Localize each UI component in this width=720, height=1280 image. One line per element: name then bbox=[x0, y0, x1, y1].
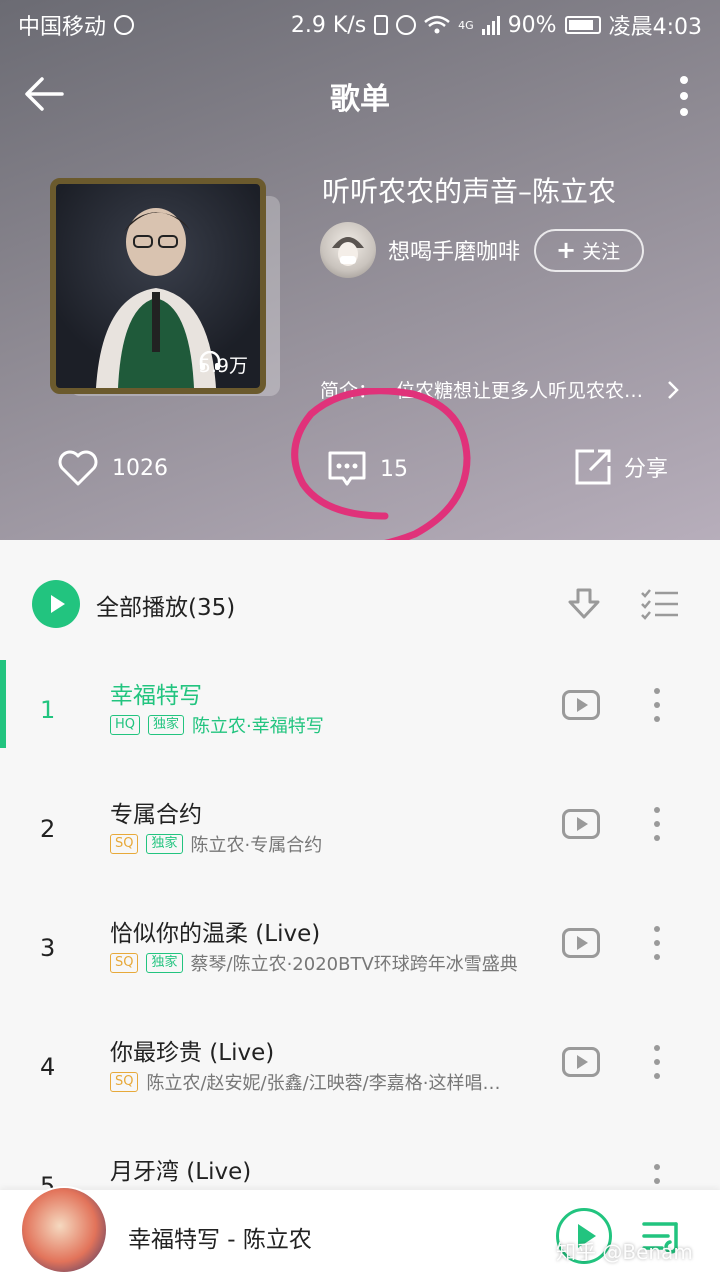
vibrate-icon bbox=[374, 15, 389, 35]
like-button[interactable]: 1026 bbox=[56, 448, 168, 488]
share-button[interactable]: 分享 bbox=[574, 448, 668, 486]
share-label: 分享 bbox=[624, 457, 669, 482]
plus-icon: + bbox=[556, 236, 577, 264]
song-more-icon[interactable] bbox=[654, 807, 662, 841]
song-row-3[interactable]: 3 恰似你的温柔 (Live) SQ 独家 蔡琴/陈立农·2020BTV环球跨年… bbox=[0, 898, 720, 1017]
now-playing-indicator bbox=[0, 660, 6, 748]
exclusive-badge: 独家 bbox=[146, 834, 183, 854]
alarm-icon bbox=[396, 15, 417, 35]
carrier-label: 中国移动 bbox=[18, 15, 107, 40]
share-icon bbox=[575, 449, 611, 485]
song-list: 全部播放(35) 1 幸福特写 HQ 独家 陈立农·幸福特写 2 专属合约 SQ… bbox=[0, 540, 720, 1190]
song-artist-album: 蔡琴/陈立农·2020BTV环球跨年冰雪盛典 bbox=[190, 954, 518, 975]
play-all-row: 全部播放(35) bbox=[0, 540, 720, 660]
creator-avatar[interactable] bbox=[320, 222, 376, 278]
exclusive-badge: 独家 bbox=[148, 715, 185, 735]
more-menu-icon[interactable] bbox=[678, 76, 690, 116]
quality-badge: SQ bbox=[110, 834, 139, 854]
mv-play-icon[interactable] bbox=[562, 690, 600, 720]
song-row-5[interactable]: 5 月牙湾 (Live) bbox=[0, 1136, 720, 1190]
mv-play-icon[interactable] bbox=[562, 1047, 600, 1077]
song-title: 月牙湾 (Live) bbox=[110, 1159, 252, 1185]
wifi-icon bbox=[424, 15, 450, 34]
mini-player[interactable]: 幸福特写 - 陈立农 bbox=[0, 1186, 720, 1280]
follow-label: 关注 bbox=[582, 240, 621, 263]
multi-select-icon[interactable] bbox=[640, 588, 680, 620]
song-meta: HQ 独家 陈立农·幸福特写 bbox=[110, 712, 324, 738]
play-all-icon[interactable] bbox=[32, 580, 80, 628]
network-speed: 2.9 K/s bbox=[290, 12, 367, 38]
now-playing-cover[interactable] bbox=[20, 1186, 108, 1274]
mv-play-icon[interactable] bbox=[562, 928, 600, 958]
battery-percent: 90% bbox=[507, 12, 557, 38]
quality-badge: SQ bbox=[110, 1072, 139, 1092]
song-more-icon[interactable] bbox=[654, 1164, 662, 1190]
play-count: 5.9万 bbox=[199, 351, 248, 378]
status-bar: 中国移动 2.9 K/s 4G 90% 凌晨4:03 bbox=[0, 0, 720, 50]
creator-row: 想喝手磨咖啡 + 关注 bbox=[320, 222, 645, 278]
song-artist-album: 陈立农/赵安妮/张鑫/江映蓉/李嘉格·这样唱… bbox=[146, 1073, 501, 1094]
song-artist-album: 陈立农·幸福特写 bbox=[192, 716, 324, 737]
watermark: 知乎 @Benam bbox=[556, 1240, 693, 1264]
song-meta: SQ 陈立农/赵安妮/张鑫/江映蓉/李嘉格·这样唱… bbox=[110, 1069, 500, 1095]
song-title: 幸福特写 bbox=[110, 683, 202, 709]
download-icon[interactable] bbox=[566, 586, 602, 622]
song-index: 1 bbox=[40, 696, 56, 724]
signal-icon bbox=[481, 15, 500, 35]
follow-button[interactable]: + 关注 bbox=[534, 228, 645, 272]
song-more-icon[interactable] bbox=[654, 688, 662, 722]
now-playing-title[interactable]: 幸福特写 - 陈立农 bbox=[128, 1220, 312, 1254]
song-artist-album: 陈立农·专属合约 bbox=[190, 835, 323, 856]
like-count: 1026 bbox=[112, 455, 168, 481]
playlist-cover[interactable]: 5.9万 bbox=[50, 178, 266, 394]
network-type: 4G bbox=[458, 18, 474, 32]
quality-badge: HQ bbox=[110, 715, 141, 735]
quality-badge: SQ bbox=[110, 953, 139, 973]
battery-icon bbox=[564, 16, 601, 34]
song-title: 你最珍贵 (Live) bbox=[110, 1040, 275, 1066]
song-meta: SQ 独家 蔡琴/陈立农·2020BTV环球跨年冰雪盛典 bbox=[110, 950, 518, 976]
song-row-4[interactable]: 4 你最珍贵 (Live) SQ 陈立农/赵安妮/张鑫/江映蓉/李嘉格·这样唱… bbox=[0, 1017, 720, 1136]
clock: 凌晨4:03 bbox=[608, 15, 702, 40]
song-row-1[interactable]: 1 幸福特写 HQ 独家 陈立农·幸福特写 bbox=[0, 660, 720, 779]
annotation-circle bbox=[291, 388, 471, 551]
chevron-right-icon bbox=[668, 380, 679, 399]
play-all-label[interactable]: 全部播放(35) bbox=[96, 588, 235, 622]
globe-icon bbox=[114, 15, 135, 35]
page-title: 歌单 bbox=[330, 82, 390, 117]
back-arrow-icon[interactable] bbox=[22, 72, 66, 116]
song-row-2[interactable]: 2 专属合约 SQ 独家 陈立农·专属合约 bbox=[0, 779, 720, 898]
playlist-title: 听听农农的声音–陈立农 bbox=[322, 175, 617, 208]
song-index: 4 bbox=[40, 1053, 56, 1081]
headphones-icon bbox=[199, 351, 221, 370]
creator-name[interactable]: 想喝手磨咖啡 bbox=[388, 234, 520, 266]
song-more-icon[interactable] bbox=[654, 1045, 662, 1079]
song-more-icon[interactable] bbox=[654, 926, 662, 960]
mv-play-icon[interactable] bbox=[562, 809, 600, 839]
song-meta: SQ 独家 陈立农·专属合约 bbox=[110, 831, 322, 857]
song-title: 恰似你的温柔 (Live) bbox=[110, 921, 321, 947]
nav-bar: 歌单 bbox=[0, 58, 720, 134]
song-title: 专属合约 bbox=[110, 802, 202, 828]
heart-icon bbox=[58, 450, 98, 486]
song-index: 3 bbox=[40, 934, 56, 962]
exclusive-badge: 独家 bbox=[146, 953, 183, 973]
song-index: 2 bbox=[40, 815, 56, 843]
